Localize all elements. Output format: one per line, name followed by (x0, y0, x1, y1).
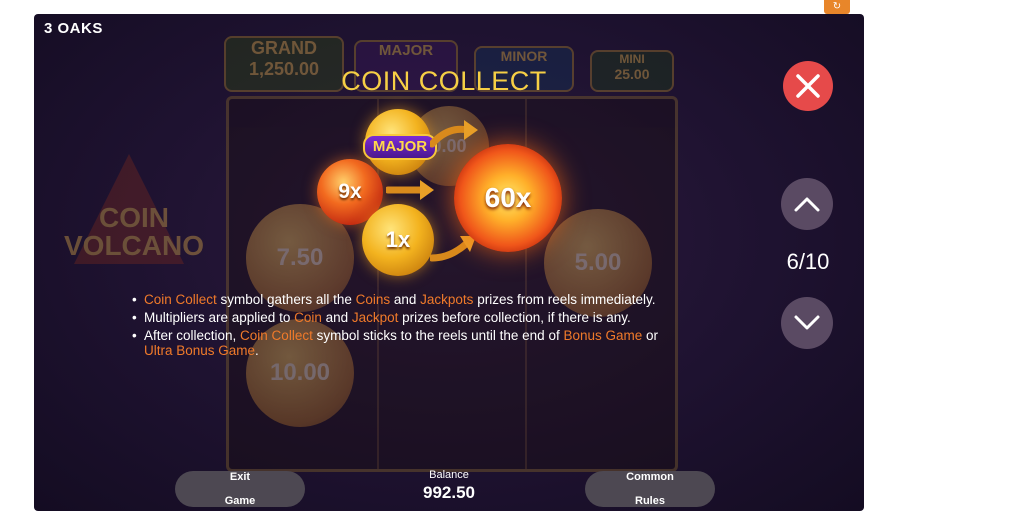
rule-text: prizes before collection, if there is an… (398, 310, 631, 325)
chevron-up-icon (794, 197, 820, 212)
rule-text: or (642, 328, 659, 343)
logo-line-1: COIN (99, 202, 169, 233)
close-icon (796, 74, 820, 98)
coin-collect-symbol: 60x (454, 144, 562, 252)
multiplier-coin-1x: 1x (362, 204, 434, 276)
exit-game-button[interactable]: Exit Game (175, 471, 305, 507)
close-button[interactable] (783, 61, 833, 111)
rule-highlight: Coin (294, 310, 322, 325)
exit-label-line2: Game (224, 495, 256, 507)
rule-text: prizes from reels immediately. (473, 292, 656, 307)
rule-item: • After collection, Coin Collect symbol s… (132, 328, 659, 358)
app-badge-icon: ↻ (832, 1, 842, 12)
next-page-button[interactable] (781, 297, 833, 349)
rule-text: symbol sticks to the reels until the end… (312, 328, 564, 343)
jackpot-mini-name: MINI (619, 52, 645, 66)
rule-highlight: Jackpots (420, 292, 474, 307)
volcano-logo-text: COIN VOLCANO (54, 204, 214, 260)
rule-text: Multipliers are applied to (144, 310, 295, 325)
balance-label: Balance (429, 469, 469, 481)
rule-highlight: Ultra Bonus Game (144, 343, 256, 358)
logo-line-2: VOLCANO (64, 230, 204, 261)
rules-label-line1: Common (626, 471, 674, 483)
exit-label-line1: Exit (229, 471, 251, 483)
rule-text: and (321, 310, 352, 325)
jackpot-grand-name: GRAND (251, 38, 317, 58)
rule-highlight: Coin Collect (240, 328, 313, 343)
page-title: COIN COLLECT (341, 66, 547, 96)
rule-item: • Multipliers are applied to Coin and Jac… (132, 310, 631, 325)
app-badge[interactable]: ↻ (824, 0, 850, 14)
chevron-down-icon (794, 315, 820, 330)
common-rules-button[interactable]: Common Rules (585, 471, 715, 507)
rule-highlight: Bonus Game (563, 328, 643, 343)
rule-text: . (255, 343, 259, 358)
rules-label-line2: Rules (635, 495, 665, 507)
rule-highlight: Coin Collect (144, 292, 217, 307)
volcano-logo: COIN VOLCANO (54, 134, 204, 284)
rule-highlight: Coins (355, 292, 391, 307)
paytable-window: GRAND 1,250.00 MAJOR MINOR MINI 25.00 7.… (34, 14, 864, 511)
page-indicator: 6/10 (786, 249, 830, 274)
rule-text: symbol gathers all the (216, 292, 356, 307)
balance-display: Balance 992.50 (390, 469, 508, 503)
brand-name: 3 OAKS (44, 20, 103, 37)
arrow-icon (430, 120, 478, 148)
previous-page-button[interactable] (781, 178, 833, 230)
jackpot-minor-name: MINOR (500, 48, 548, 64)
arrow-icon (386, 180, 434, 200)
jackpot-major-name: MAJOR (378, 42, 434, 59)
rule-text: After collection, (144, 328, 241, 343)
balance-value: 992.50 (423, 483, 475, 502)
major-label: MAJOR (363, 134, 437, 160)
rules-list: • Coin Collect symbol gathers all the Coi… (132, 292, 752, 361)
rule-text: and (390, 292, 421, 307)
rule-item: • Coin Collect symbol gathers all the Coi… (132, 292, 656, 307)
rule-highlight: Jackpot (351, 310, 399, 325)
